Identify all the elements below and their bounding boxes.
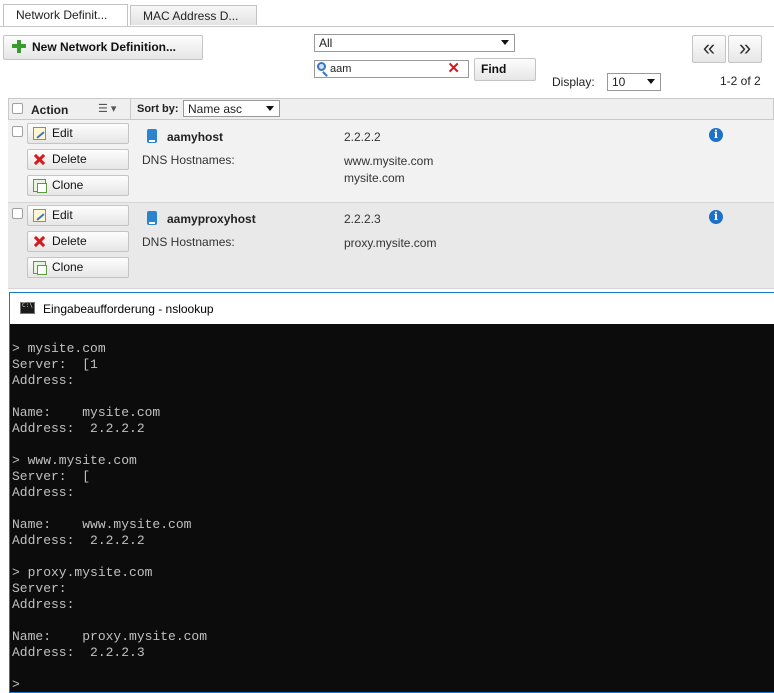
console-line: Server: [1	[12, 357, 98, 372]
column-divider	[130, 99, 131, 119]
next-page-button[interactable]: »	[728, 35, 762, 63]
info-icon[interactable]: i	[709, 128, 723, 142]
previous-page-button[interactable]: «	[692, 35, 726, 63]
edit-icon	[33, 127, 46, 140]
filter-select-value: All	[319, 36, 333, 50]
edit-label: Edit	[52, 208, 73, 222]
clone-label: Clone	[52, 260, 84, 274]
info-icon[interactable]: i	[709, 210, 723, 224]
console-line: Address:	[12, 485, 75, 500]
plus-icon	[12, 39, 26, 53]
delete-icon	[33, 235, 46, 248]
clone-icon	[33, 261, 47, 275]
dns-hostname: mysite.com	[344, 171, 405, 185]
sort-select-value: Name asc	[188, 102, 243, 116]
tab-network-definitions[interactable]: Network Definit...	[3, 4, 128, 26]
console-titlebar[interactable]: Eingabeaufforderung - nslookup	[10, 293, 774, 324]
delete-button[interactable]: Delete	[27, 149, 129, 170]
dns-hostname: www.mysite.com	[344, 154, 434, 168]
console-line: Address:	[12, 597, 75, 612]
chevron-down-icon	[266, 106, 274, 111]
clear-search-icon[interactable]: ✕	[447, 61, 460, 76]
console-line: Server:	[12, 581, 67, 596]
action-column-header: Action	[31, 103, 69, 117]
host-icon	[147, 211, 157, 225]
display-count-value: 10	[612, 75, 626, 89]
host-ip: 2.2.2.2	[344, 130, 381, 144]
search-input[interactable]: aam ✕	[314, 60, 469, 78]
display-label: Display:	[552, 75, 595, 89]
delete-label: Delete	[52, 234, 87, 248]
result-range: 1-2 of 2	[720, 74, 761, 88]
new-network-definition-label: New Network Definition...	[32, 40, 177, 54]
console-line: Address: 2.2.2.2	[12, 533, 145, 548]
sort-by-label: Sort by:	[137, 103, 179, 115]
console-line: Name: proxy.mysite.com	[12, 629, 208, 644]
host-name[interactable]: aamyhost	[167, 130, 223, 144]
new-network-definition-button[interactable]: New Network Definition...	[3, 35, 203, 60]
chevron-down-icon	[647, 79, 655, 84]
edit-button[interactable]: Edit	[27, 205, 129, 226]
console-output[interactable]: > mysite.com Server: [1 Address: Name: m…	[12, 341, 207, 693]
delete-label: Delete	[52, 152, 87, 166]
tab-bar: Network Definit... MAC Address D...	[0, 0, 774, 27]
console-line: Address: 2.2.2.3	[12, 645, 145, 660]
sort-select[interactable]: Name asc	[183, 100, 280, 117]
edit-icon	[33, 209, 46, 222]
search-icon	[317, 62, 326, 71]
console-line: Server: [	[12, 469, 91, 484]
dns-hostnames-label: DNS Hostnames:	[142, 235, 235, 249]
find-button[interactable]: Find	[474, 58, 536, 81]
edit-button[interactable]: Edit	[27, 123, 129, 144]
console-line: Name: mysite.com	[12, 405, 161, 420]
filter-select[interactable]: All	[314, 34, 515, 52]
clone-button[interactable]: Clone	[27, 175, 129, 196]
chevron-down-icon	[501, 40, 509, 45]
row-checkbox[interactable]	[12, 208, 23, 219]
host-name[interactable]: aamyproxyhost	[167, 212, 256, 226]
select-all-checkbox[interactable]	[12, 103, 23, 114]
dns-hostname: proxy.mysite.com	[344, 236, 437, 250]
console-line: Address:	[12, 373, 75, 388]
console-line: > www.mysite.com	[12, 453, 137, 468]
tab-mac-addresses[interactable]: MAC Address D...	[130, 5, 257, 25]
table-header	[8, 98, 774, 120]
console-line: Name: www.mysite.com	[12, 517, 192, 532]
console-line: >	[12, 677, 20, 692]
clone-label: Clone	[52, 178, 84, 192]
host-ip: 2.2.2.3	[344, 212, 381, 226]
command-prompt-icon	[20, 302, 35, 314]
display-count-select[interactable]: 10	[607, 73, 661, 91]
column-menu-icon[interactable]: ☰ ▾	[98, 102, 116, 115]
clone-button[interactable]: Clone	[27, 257, 129, 278]
host-icon	[147, 129, 157, 143]
clone-icon	[33, 179, 47, 193]
edit-label: Edit	[52, 126, 73, 140]
dns-hostnames-label: DNS Hostnames:	[142, 153, 235, 167]
console-line: > mysite.com	[12, 341, 106, 356]
delete-button[interactable]: Delete	[27, 231, 129, 252]
console-window[interactable]: Eingabeaufforderung - nslookup > mysite.…	[9, 292, 774, 693]
delete-icon	[33, 153, 46, 166]
search-input-value: aam	[330, 63, 352, 75]
console-title: Eingabeaufforderung - nslookup	[43, 302, 214, 316]
row-checkbox[interactable]	[12, 126, 23, 137]
console-line: Address: 2.2.2.2	[12, 421, 145, 436]
console-line: > proxy.mysite.com	[12, 565, 153, 580]
